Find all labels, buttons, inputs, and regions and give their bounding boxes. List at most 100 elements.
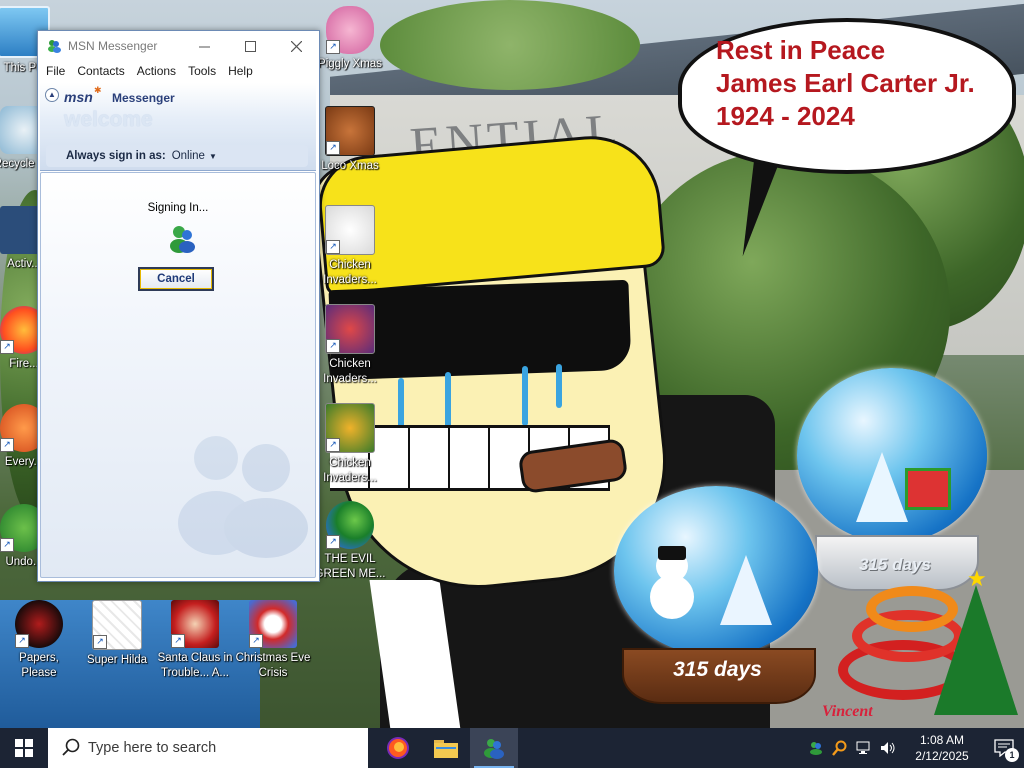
piggy-icon: ↗ <box>326 6 374 54</box>
desktop-icon-evil-green-me[interactable]: ↗ THE EVIL GREEN ME... <box>312 501 388 582</box>
msn-messenger-window[interactable]: MSN Messenger File Contacts Actions Tool… <box>37 30 320 582</box>
network-icon[interactable] <box>852 728 876 768</box>
desktop-icon-chicken-invaders-2[interactable]: ↗ Chicken Invaders... <box>312 304 388 387</box>
shortcut-arrow-icon: ↗ <box>326 141 340 155</box>
menu-tools[interactable]: Tools <box>182 64 222 78</box>
window-titlebar[interactable]: MSN Messenger <box>38 31 319 61</box>
desktop-icon-label: Loco Xmas <box>321 160 379 172</box>
volume-icon[interactable] <box>876 728 900 768</box>
evil-green-messenger-icon: ↗ <box>326 501 374 549</box>
artist-signature: Vincent <box>822 703 873 720</box>
cartoon-tear <box>522 366 528 426</box>
shortcut-arrow-icon: ↗ <box>326 240 340 254</box>
menu-contacts[interactable]: Contacts <box>71 64 130 78</box>
desktop-icon-chicken-invaders-3[interactable]: ↗ Chicken Invaders... <box>312 403 388 486</box>
taskbar-file-explorer[interactable] <box>422 728 470 768</box>
maximize-icon <box>244 40 256 52</box>
globe-tree-icon <box>856 452 908 522</box>
menu-help[interactable]: Help <box>222 64 259 78</box>
menu-bar: File Contacts Actions Tools Help <box>38 61 319 81</box>
cartoon-tear <box>445 372 451 432</box>
desktop-icon-loco-xmas[interactable]: ↗ Loco Xmas <box>312 106 388 174</box>
desktop-icon-piggly-xmas[interactable]: ↗ Piggly Xmas <box>312 6 388 72</box>
shortcut-arrow-icon: ↗ <box>93 635 107 649</box>
dropdown-arrow-icon[interactable]: ▼ <box>209 152 217 161</box>
shortcut-arrow-icon: ↗ <box>0 340 14 354</box>
maximize-button[interactable] <box>227 31 273 61</box>
desktop-icon-christmas-eve-crisis[interactable]: ↗ Christmas Eve Crisis <box>235 600 311 681</box>
snow-globe-right-label: 315 days <box>859 555 931 574</box>
shortcut-arrow-icon: ↗ <box>171 634 185 648</box>
chicken-invaders-icon: ↗ <box>325 205 375 255</box>
bubble-line-2: James Earl Carter Jr. <box>716 68 975 98</box>
santa-trouble-icon: ↗ <box>171 600 219 648</box>
signing-in-status: Signing In... <box>147 202 209 214</box>
search-icon <box>62 738 80 759</box>
status-dropdown[interactable]: Online <box>172 150 205 162</box>
taskbar-msn-messenger[interactable] <box>470 728 518 768</box>
desktop-icon-santa-claus-trouble[interactable]: ↗ Santa Claus in Trouble... A... <box>157 600 233 681</box>
chicken-invaders-2-icon: ↗ <box>325 304 375 354</box>
desktop-icon-label: THE EVIL GREEN ME... <box>314 553 386 580</box>
desktop-icon-super-hilda[interactable]: ↗ Super Hilda <box>79 600 155 668</box>
tray-search-app-icon[interactable] <box>828 728 852 768</box>
shortcut-arrow-icon: ↗ <box>326 438 340 452</box>
christmas-tree-icon <box>934 585 1018 715</box>
msn-butterfly-icon <box>46 38 62 54</box>
desktop-icon-label: Santa Claus in Trouble... A... <box>157 652 233 679</box>
action-center-button[interactable]: 1 <box>984 728 1024 768</box>
close-button[interactable] <box>273 31 319 61</box>
msn-watermark-icon <box>171 428 311 558</box>
clock-time: 1:08 AM <box>919 733 965 747</box>
snowman-hat <box>658 546 686 560</box>
bubble-line-3: 1924 - 2024 <box>716 101 855 131</box>
shortcut-arrow-icon: ↗ <box>15 634 29 648</box>
tree-top <box>380 0 640 90</box>
shortcut-arrow-icon: ↗ <box>326 339 340 353</box>
snow-globe-left-label: 315 days <box>673 658 762 681</box>
menu-actions[interactable]: Actions <box>131 64 182 78</box>
minimize-button[interactable] <box>181 31 227 61</box>
cancel-button[interactable]: Cancel <box>138 267 214 291</box>
start-button[interactable] <box>0 728 48 768</box>
window-title: MSN Messenger <box>68 39 158 53</box>
desktop-wallpaper: ENTIAL Rest in Peace James Earl Carter J… <box>0 0 1024 728</box>
clock-date: 2/12/2025 <box>915 749 969 763</box>
taskbar-firefox[interactable] <box>374 728 422 768</box>
notification-count-badge: 1 <box>1005 748 1019 762</box>
menu-file[interactable]: File <box>40 64 71 78</box>
file-explorer-icon <box>434 740 458 758</box>
speech-bubble-text: Rest in Peace James Earl Carter Jr. 1924… <box>716 34 975 133</box>
msn-logo-subtitle: Messenger <box>112 91 175 105</box>
msn-header-panel: ▲ msn ✱ Messenger welcome Always sign in… <box>40 83 316 171</box>
collapse-chevron-icon[interactable]: ▲ <box>45 88 59 102</box>
desktop-icon-chicken-invaders-1[interactable]: ↗ Chicken Invaders... <box>312 205 388 288</box>
shortcut-arrow-icon: ↗ <box>0 538 14 552</box>
gift-icon <box>905 468 951 510</box>
desktop-icon-label: Chicken Invaders... <box>323 457 377 484</box>
msn-messenger-icon <box>484 739 504 759</box>
system-tray: 1:08 AM 2/12/2025 1 <box>804 728 1024 768</box>
desktop-icon-label: Papers, Please <box>19 652 59 679</box>
taskbar-clock[interactable]: 1:08 AM 2/12/2025 <box>900 732 984 764</box>
taskbar-search-box[interactable]: Type here to search <box>48 728 368 768</box>
welcome-heading: welcome <box>64 108 153 131</box>
desktop-icon-papers-please[interactable]: ↗ Papers, Please <box>1 600 77 681</box>
super-hilda-icon: ↗ <box>92 600 142 650</box>
minimize-icon <box>198 46 210 47</box>
globe-pine-icon <box>720 555 772 625</box>
snow-globe-left <box>614 486 818 656</box>
sign-in-status-row[interactable]: Always sign in as: Online ▼ <box>46 145 308 167</box>
tray-msn-icon[interactable] <box>804 728 828 768</box>
bubble-line-1: Rest in Peace <box>716 35 886 65</box>
firefox-icon <box>387 737 409 759</box>
desktop-icon-label: Super Hilda <box>86 654 148 666</box>
desktop-icon-label: Christmas Eve Crisis <box>235 652 311 679</box>
papers-please-icon: ↗ <box>15 600 63 648</box>
star-icon: ★ <box>967 566 987 591</box>
desktop-icon-label: Chicken Invaders... <box>323 259 377 286</box>
close-icon <box>290 40 302 52</box>
msn-logo: msn <box>64 89 93 105</box>
chicken-invaders-3-icon: ↗ <box>325 403 375 453</box>
shortcut-arrow-icon: ↗ <box>249 634 263 648</box>
